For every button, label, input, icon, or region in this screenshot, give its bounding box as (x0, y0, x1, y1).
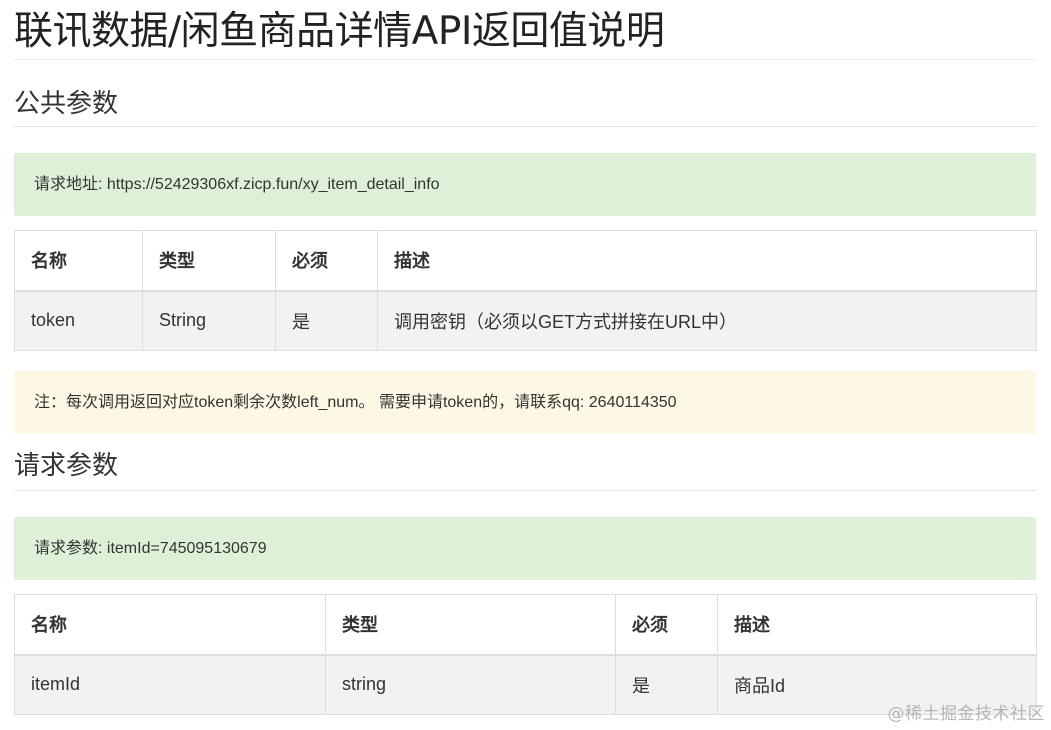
document-page: 联讯数据/闲鱼商品详情API返回值说明 公共参数 请求地址: https://5… (14, 0, 1037, 715)
request-params-table: 名称 类型 必须 描述 itemId string 是 商品Id (14, 594, 1037, 715)
cell-param-name: token (14, 290, 143, 351)
table-row: itemId string 是 商品Id (14, 654, 1037, 715)
column-header-name: 名称 (14, 230, 143, 292)
table-row: token String 是 调用密钥（必须以GET方式拼接在URL中） (14, 290, 1037, 351)
endpoint-alert: 请求地址: https://52429306xf.zicp.fun/xy_ite… (14, 153, 1036, 216)
column-header-required: 必须 (275, 230, 378, 292)
column-header-type: 类型 (325, 594, 616, 656)
endpoint-label: 请求地址: https://52429306xf.zicp.fun/xy_ite… (34, 176, 440, 193)
cell-param-type: string (325, 654, 616, 715)
token-note-text: 注：每次调用返回对应token剩余次数left_num。 需要申请token的，… (34, 394, 677, 411)
cell-param-required: 是 (615, 654, 718, 715)
column-header-required: 必须 (615, 594, 718, 656)
public-params-table: 名称 类型 必须 描述 token String 是 调用密钥（必须以GET方式… (14, 230, 1037, 351)
watermark: @稀土掘金技术社区 (887, 704, 1045, 724)
token-note-alert: 注：每次调用返回对应token剩余次数left_num。 需要申请token的，… (14, 371, 1036, 434)
column-header-description: 描述 (377, 230, 1037, 292)
table-header-row: 名称 类型 必须 描述 (14, 230, 1037, 292)
column-header-description: 描述 (717, 594, 1037, 656)
public-params-heading: 公共参数 (14, 84, 1036, 127)
request-example-alert: 请求参数: itemId=745095130679 (14, 517, 1036, 580)
cell-param-description: 调用密钥（必须以GET方式拼接在URL中） (377, 290, 1037, 351)
cell-param-required: 是 (275, 290, 378, 351)
request-params-heading: 请求参数 (14, 448, 1036, 491)
table-header-row: 名称 类型 必须 描述 (14, 594, 1037, 656)
cell-param-type: String (142, 290, 276, 351)
request-example-label: 请求参数: itemId=745095130679 (34, 540, 267, 557)
column-header-name: 名称 (14, 594, 326, 656)
cell-param-name: itemId (14, 654, 326, 715)
column-header-type: 类型 (142, 230, 276, 292)
page-title: 联讯数据/闲鱼商品详情API返回值说明 (14, 0, 1036, 60)
